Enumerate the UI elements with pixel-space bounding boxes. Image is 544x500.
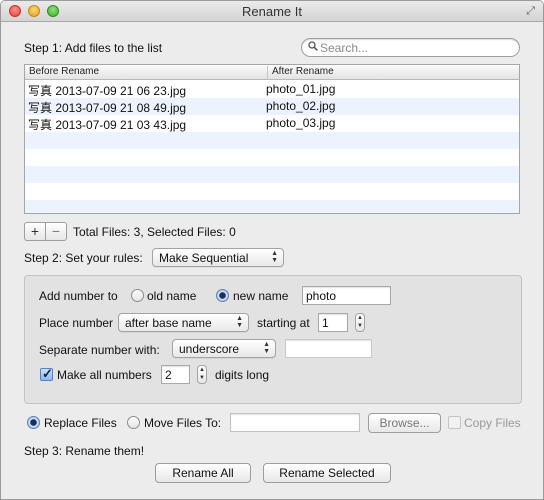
title-bar[interactable]: Rename It ⤢ xyxy=(1,1,543,22)
name-field[interactable] xyxy=(302,286,391,305)
before-name-cell: 写真 2013-07-09 21 03 43.jpg xyxy=(28,118,187,132)
starting-at-label: starting at xyxy=(257,316,310,330)
table-row[interactable]: 写真 2013-07-09 21 08 49.jpg photo_02.jpg xyxy=(25,98,519,115)
separator-value: underscore xyxy=(179,342,240,356)
replace-files-label[interactable]: Replace Files xyxy=(44,416,117,430)
digits-input[interactable] xyxy=(165,367,186,382)
separate-number-label: Separate number with: xyxy=(39,343,160,357)
start-field[interactable] xyxy=(318,313,348,332)
before-name-cell: 写真 2013-07-09 21 08 49.jpg xyxy=(28,101,187,115)
column-header-after[interactable]: After Rename xyxy=(267,66,334,79)
table-row[interactable]: 写真 2013-07-09 21 06 23.jpg photo_01.jpg xyxy=(25,81,519,98)
move-files-to-label[interactable]: Move Files To: xyxy=(144,416,221,430)
rename-selected-button[interactable]: Rename Selected xyxy=(263,463,391,483)
table-row[interactable]: 写真 2013-07-09 21 03 43.jpg photo_03.jpg xyxy=(25,115,519,132)
empty-table-row xyxy=(25,200,519,213)
after-name-cell: photo_02.jpg xyxy=(266,99,336,113)
popup-arrows-icon: ▲ ▼ xyxy=(263,341,270,355)
make-all-numbers-checkbox[interactable]: ✓ xyxy=(40,366,53,381)
checkmark-icon: ✓ xyxy=(42,366,53,381)
remove-files-button[interactable]: − xyxy=(45,222,67,241)
new-name-radio[interactable] xyxy=(216,289,229,302)
rename-all-button[interactable]: Rename All xyxy=(155,463,251,483)
start-input[interactable] xyxy=(322,315,344,330)
digits-stepper[interactable]: ▲ ▼ xyxy=(197,365,207,384)
popup-arrows-icon: ▲ ▼ xyxy=(271,250,278,264)
place-number-popup[interactable]: after base name ▲ ▼ xyxy=(118,313,249,332)
move-path-field[interactable] xyxy=(230,413,360,432)
move-files-radio[interactable] xyxy=(127,416,140,429)
place-number-label: Place number xyxy=(39,316,114,330)
search-field[interactable] xyxy=(301,38,520,57)
after-name-cell: photo_01.jpg xyxy=(266,82,336,96)
rule-popup-value: Make Sequential xyxy=(159,251,249,265)
empty-table-row xyxy=(25,132,519,149)
separator-popup[interactable]: underscore ▲ ▼ xyxy=(172,339,276,358)
column-header-before[interactable]: Before Rename xyxy=(29,66,99,77)
new-name-label[interactable]: new name xyxy=(233,289,288,303)
start-stepper[interactable]: ▲ ▼ xyxy=(355,313,365,332)
after-name-cell: photo_03.jpg xyxy=(266,116,336,130)
empty-table-row xyxy=(25,149,519,166)
magnifier-icon xyxy=(308,41,318,51)
make-all-numbers-label[interactable]: Make all numbers xyxy=(57,368,152,382)
digits-field[interactable] xyxy=(161,365,190,384)
popup-arrows-icon: ▲ ▼ xyxy=(236,315,243,329)
search-input[interactable] xyxy=(320,40,515,55)
old-name-radio[interactable] xyxy=(131,289,144,302)
table-header: Before Rename After Rename xyxy=(25,65,519,80)
file-table[interactable]: Before Rename After Rename 写真 2013-07-09… xyxy=(24,64,520,214)
empty-table-row xyxy=(25,166,519,183)
old-name-label[interactable]: old name xyxy=(147,289,196,303)
place-number-value: after base name xyxy=(125,316,212,330)
file-count-status: Total Files: 3, Selected Files: 0 xyxy=(73,225,236,239)
rule-popup[interactable]: Make Sequential ▲ ▼ xyxy=(152,248,284,267)
step2-label: Step 2: Set your rules: xyxy=(24,251,143,265)
step1-label: Step 1: Add files to the list xyxy=(24,41,163,55)
copy-files-checkbox[interactable] xyxy=(448,416,461,429)
rename-it-window: Rename It ⤢ Step 1: Add files to the lis… xyxy=(0,0,544,500)
replace-files-radio[interactable] xyxy=(27,416,40,429)
digits-long-label: digits long xyxy=(215,368,270,382)
step3-label: Step 3: Rename them! xyxy=(24,444,145,458)
add-number-to-label: Add number to xyxy=(39,289,118,303)
window-title: Rename It xyxy=(242,4,302,19)
move-path-input[interactable] xyxy=(234,415,356,430)
copy-files-label[interactable]: Copy Files xyxy=(464,416,521,430)
name-input[interactable] xyxy=(306,288,387,303)
separator-custom-field[interactable] xyxy=(285,339,372,358)
browse-button[interactable]: Browse... xyxy=(368,413,441,433)
empty-table-row xyxy=(25,183,519,200)
add-files-button[interactable]: + xyxy=(24,222,46,241)
fullscreen-arrows-icon[interactable]: ⤢ xyxy=(526,5,535,18)
separator-custom-input[interactable] xyxy=(289,341,368,356)
before-name-cell: 写真 2013-07-09 21 06 23.jpg xyxy=(28,84,187,98)
